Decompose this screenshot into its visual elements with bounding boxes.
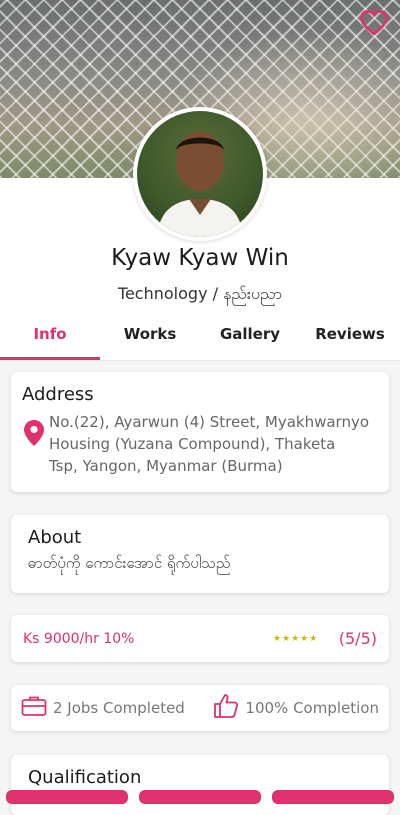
qualification-card: Qualification [11,755,389,815]
rating-score: (5/5) [338,629,377,648]
stats-card: 2 Jobs Completed 100% Completion [11,685,389,731]
address-card: Address No.(22), Ayarwun (4) Street, Mya… [11,372,389,492]
pricing-card: Ks 9000/hr 10% ★★★★★ (5/5) [11,615,389,662]
bottom-action-button[interactable] [139,790,261,804]
heart-icon[interactable] [358,6,390,38]
tab-reviews[interactable]: Reviews [300,318,400,360]
about-text: ဓာတ်ပုံကို ကောင်းအောင် ရိုက်ပါသည် [28,554,231,572]
tab-works[interactable]: Works [100,318,200,360]
about-title: About [28,527,82,548]
about-card: About ဓာတ်ပုံကို ကောင်းအောင် ရိုက်ပါသည် [11,515,389,593]
address-line: No.(22), Ayarwun (4) Street, Myakhwarnyo [49,413,370,431]
jobs-completed: 2 Jobs Completed [21,695,185,721]
jobs-completed-text: 2 Jobs Completed [53,699,185,717]
address-line: Housing (Yuzana Compound), Thaketa [49,435,336,453]
rating-stars: ★★★★★ [272,633,319,644]
bottom-action-button[interactable] [6,790,128,804]
qualification-title: Qualification [28,767,142,788]
location-pin-icon [24,420,44,450]
profile-category: Technology / နည်းပညာ [117,284,283,303]
briefcase-icon [21,695,47,721]
completion-text: 100% Completion [245,699,379,717]
tab-gallery[interactable]: Gallery [200,318,300,360]
address-title: Address [22,384,94,405]
thumbs-up-icon [213,693,239,723]
completion-rate: 100% Completion [213,693,379,723]
tab-info[interactable]: Info [0,318,100,360]
avatar[interactable] [133,107,267,241]
address-line: Tsp, Yangon, Myanmar (Burma) [49,457,283,475]
profile-name: Kyaw Kyaw Win [111,245,289,271]
bottom-action-button[interactable] [272,790,394,804]
tab-bar: Info Works Gallery Reviews [0,318,400,361]
hourly-rate: Ks 9000/hr 10% [23,630,135,647]
